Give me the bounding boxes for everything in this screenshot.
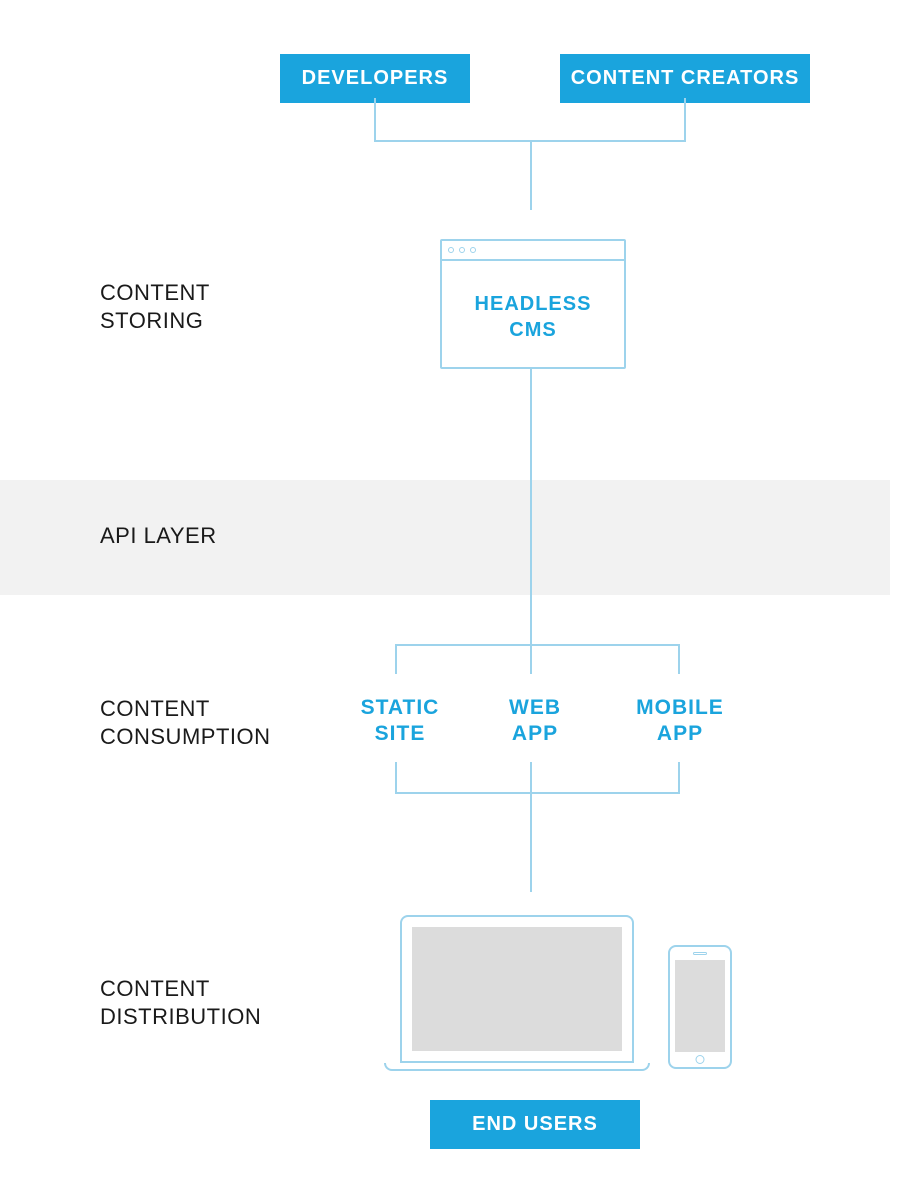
phone-speaker-icon <box>693 952 707 955</box>
connector-line <box>395 644 397 674</box>
laptop-frame-icon <box>400 915 634 1063</box>
connector-line <box>530 762 532 792</box>
persona-developers: DEVELOPERS <box>280 54 470 103</box>
consumer-mobile-app: MOBILE APP <box>625 695 735 747</box>
connector-line <box>530 140 532 210</box>
text-line: CONSUMPTION <box>100 723 271 751</box>
text-line: MOBILE <box>625 695 735 721</box>
text-line: DISTRIBUTION <box>100 1003 261 1031</box>
text-line: CONTENT <box>100 279 210 307</box>
section-label-consumption: CONTENT CONSUMPTION <box>100 695 271 751</box>
text-line: CMS <box>442 317 624 343</box>
text-line: APP <box>490 721 580 747</box>
cms-window-icon: HEADLESS CMS <box>440 239 626 369</box>
phone-screen-icon <box>675 960 725 1052</box>
laptop-screen-icon <box>412 927 622 1051</box>
phone-home-icon <box>696 1055 705 1064</box>
section-label-distribution: CONTENT DISTRIBUTION <box>100 975 261 1031</box>
cms-label: HEADLESS CMS <box>442 291 624 343</box>
window-dot-icon <box>470 247 476 253</box>
text-line: HEADLESS <box>442 291 624 317</box>
text-line: CONTENT <box>100 975 261 1003</box>
connector-line <box>530 644 532 674</box>
window-dot-icon <box>459 247 465 253</box>
consumer-web-app: WEB APP <box>490 695 580 747</box>
connector-line <box>684 98 686 140</box>
text-line: SITE <box>350 721 450 747</box>
consumer-static-site: STATIC SITE <box>350 695 450 747</box>
connector-line <box>678 644 680 674</box>
text-line: WEB <box>490 695 580 721</box>
text-line: APP <box>625 721 735 747</box>
section-label-storing: CONTENT STORING <box>100 279 210 335</box>
window-titlebar-icon <box>442 241 624 261</box>
end-users-badge: END USERS <box>430 1100 640 1149</box>
laptop-base-icon <box>384 1063 650 1071</box>
connector-line <box>374 98 376 140</box>
text-line: STORING <box>100 307 210 335</box>
window-dot-icon <box>448 247 454 253</box>
connector-line <box>395 792 680 794</box>
persona-content-creators: CONTENT CREATORS <box>560 54 810 103</box>
laptop-icon <box>400 915 634 1071</box>
connector-line <box>530 369 532 644</box>
connector-line <box>395 762 397 792</box>
connector-line <box>678 762 680 792</box>
text-line: CONTENT <box>100 695 271 723</box>
connector-line <box>530 792 532 892</box>
connector-line <box>395 644 680 646</box>
section-label-api: API LAYER <box>100 522 217 550</box>
text-line: STATIC <box>350 695 450 721</box>
phone-icon <box>668 945 732 1069</box>
